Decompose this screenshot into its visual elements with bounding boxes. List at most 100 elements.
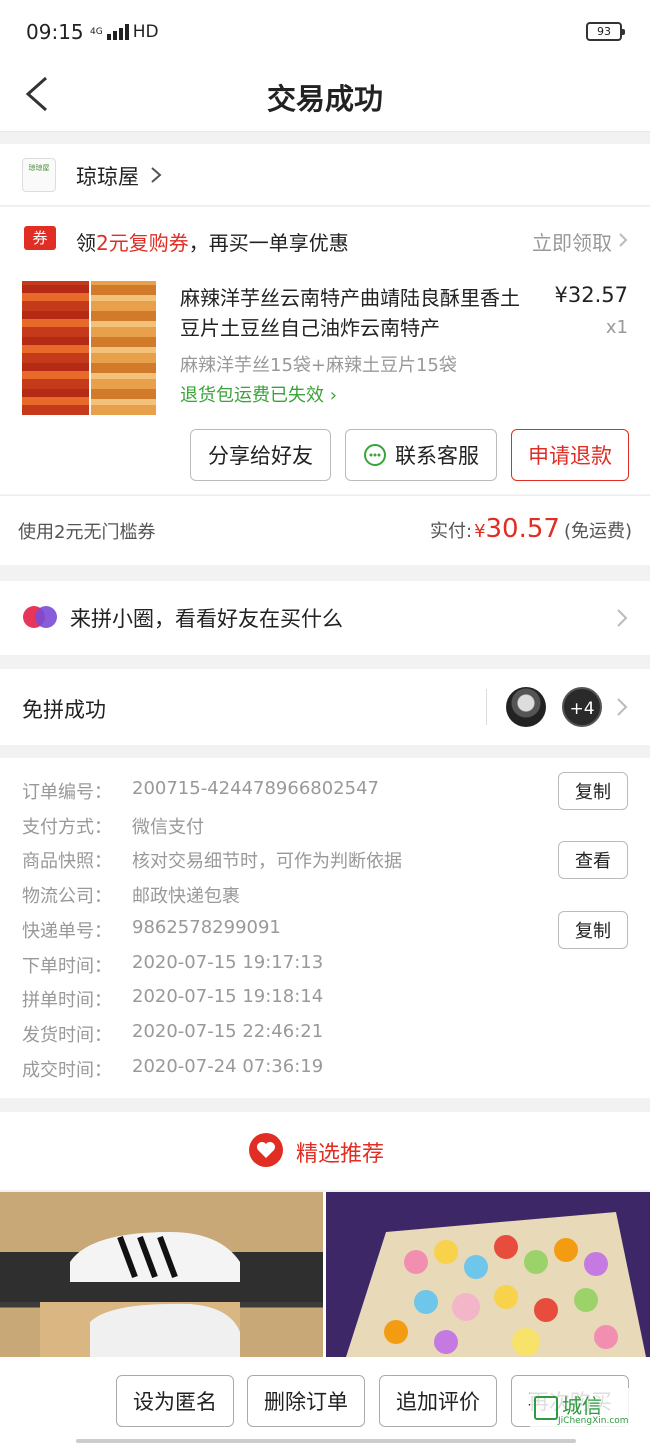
group-time: 2020-07-15 19:18:14 bbox=[132, 986, 324, 1007]
watermark-en: JiChengXin.com bbox=[558, 1416, 629, 1426]
network-indicator: 4G HD bbox=[90, 22, 159, 42]
add-review-button[interactable]: 追加评价 bbox=[379, 1375, 497, 1427]
tracking-line: 快递单号： 9862578299091 bbox=[22, 917, 281, 943]
group-status: 免拼成功 bbox=[22, 698, 106, 722]
contact-service-button[interactable]: 联系客服 bbox=[345, 429, 497, 481]
watermark: 城信 JiChengXin.com bbox=[530, 1388, 646, 1432]
anonymous-button[interactable]: 设为匿名 bbox=[116, 1375, 234, 1427]
avatar bbox=[506, 687, 546, 727]
status-bar: 09:15 4G HD 93 bbox=[0, 0, 650, 62]
payment-method-label: 支付方式： bbox=[22, 817, 112, 838]
copy-tracking-button[interactable]: 复制 bbox=[558, 911, 628, 949]
order-number: 200715-424478966802547 bbox=[132, 778, 379, 799]
candy-image bbox=[326, 1192, 650, 1357]
status-time: 09:15 bbox=[26, 20, 84, 44]
chevron-right-icon bbox=[617, 698, 628, 716]
recommend-list bbox=[0, 1192, 650, 1357]
snapshot-line: 商品快照： 核对交易细节时，可作为判断依据 bbox=[22, 847, 402, 873]
nav-bar: 交易成功 bbox=[0, 62, 650, 132]
divider bbox=[486, 689, 487, 725]
recommend-header: 精选推荐 bbox=[0, 1112, 650, 1190]
shipping-note: (免运费) bbox=[563, 521, 632, 542]
product-title[interactable]: 麻辣洋芋丝云南特产曲靖陆良酥里香土豆片土豆丝自己油炸云南特产 bbox=[180, 283, 530, 343]
group-time-line: 拼单时间： 2020-07-15 19:18:14 bbox=[22, 986, 323, 1012]
return-shipping-link[interactable]: 退货包运费已失效 › bbox=[180, 381, 337, 407]
complete-time: 2020-07-24 07:36:19 bbox=[132, 1056, 324, 1077]
friends-circle-text: 来拼小圈，看看好友在买什么 bbox=[70, 607, 343, 631]
shop-logo: 琼琼屋 bbox=[22, 158, 56, 192]
coupon-prefix: 领 bbox=[76, 231, 96, 255]
payment-method-line: 支付方式： 微信支付 bbox=[22, 813, 204, 839]
complete-time-label: 成交时间： bbox=[22, 1060, 112, 1081]
snapshot-desc: 核对交易细节时，可作为判断依据 bbox=[132, 851, 402, 872]
coupon-text: 领2元复购券，再买一单享优惠 bbox=[76, 227, 349, 256]
paid-total: 实付: ¥ 30.57 (免运费) bbox=[430, 514, 632, 544]
product-image[interactable] bbox=[22, 281, 156, 415]
copy-order-button[interactable]: 复制 bbox=[558, 772, 628, 810]
order-time: 2020-07-15 19:17:13 bbox=[132, 952, 324, 973]
order-number-line: 订单编号： 200715-424478966802547 bbox=[22, 778, 379, 804]
network-gen: 4G bbox=[90, 27, 103, 37]
chevron-right-icon bbox=[619, 233, 628, 247]
network-type: HD bbox=[132, 22, 159, 42]
home-indicator bbox=[76, 1439, 576, 1443]
logistics-label: 物流公司： bbox=[22, 886, 112, 907]
chevron-right-icon bbox=[151, 167, 162, 183]
payment-method: 微信支付 bbox=[132, 817, 204, 838]
coupon-amount: 2元复购券 bbox=[96, 231, 189, 255]
heart-icon bbox=[249, 1133, 283, 1167]
paid-amount: 30.57 bbox=[485, 514, 560, 544]
view-snapshot-button[interactable]: 查看 bbox=[558, 841, 628, 879]
payment-row: 使用2元无门槛券 实付: ¥ 30.57 (免运费) bbox=[0, 495, 650, 565]
order-time-line: 下单时间： 2020-07-15 19:17:13 bbox=[22, 952, 323, 978]
battery-icon: 93 bbox=[586, 22, 625, 41]
product-qty: x1 bbox=[605, 317, 628, 338]
avatar-more: +4 bbox=[562, 687, 602, 727]
coupon-tag: 券 bbox=[24, 226, 56, 250]
coupon-row[interactable]: 券 领2元复购券，再买一单享优惠 立即领取 bbox=[0, 207, 650, 269]
product-row: 麻辣洋芋丝云南特产曲靖陆良酥里香土豆片土豆丝自己油炸云南特产 ¥32.57 x1… bbox=[0, 269, 650, 494]
group-time-label: 拼单时间： bbox=[22, 990, 112, 1011]
shop-name[interactable]: 琼琼屋 bbox=[76, 161, 139, 191]
order-time-label: 下单时间： bbox=[22, 956, 112, 977]
paid-label: 实付: bbox=[429, 521, 473, 542]
coupon-used: 使用2元无门槛券 bbox=[18, 522, 156, 543]
recommend-title: 精选推荐 bbox=[296, 1142, 385, 1167]
delete-order-button[interactable]: 删除订单 bbox=[247, 1375, 365, 1427]
ship-time-label: 发货时间： bbox=[22, 1025, 112, 1046]
watermark-cn: 城信 bbox=[562, 1394, 602, 1418]
tracking-number: 9862578299091 bbox=[132, 917, 281, 938]
order-info: 订单编号： 200715-424478966802547 复制 支付方式： 微信… bbox=[0, 758, 650, 1098]
coupon-suffix: ，再买一单享优惠 bbox=[188, 231, 349, 255]
circle-logo-icon bbox=[23, 606, 57, 628]
return-text: 退货包运费已失效 bbox=[180, 385, 324, 406]
group-success-row[interactable]: 免拼成功 +4 bbox=[0, 669, 650, 745]
chevron-right-icon: › bbox=[329, 385, 337, 406]
ship-time: 2020-07-15 22:46:21 bbox=[132, 1021, 324, 1042]
recommend-item-sneakers[interactable] bbox=[0, 1192, 323, 1357]
claim-coupon-link[interactable]: 立即领取 bbox=[532, 227, 612, 256]
ship-time-line: 发货时间： 2020-07-15 22:46:21 bbox=[22, 1021, 323, 1047]
chevron-right-icon bbox=[617, 609, 628, 627]
share-button[interactable]: 分享给好友 bbox=[190, 429, 331, 481]
contact-service-label: 联系客服 bbox=[395, 444, 479, 468]
refund-button[interactable]: 申请退款 bbox=[511, 429, 629, 481]
logistics-company: 邮政快递包裹 bbox=[132, 886, 240, 907]
currency: ¥ bbox=[474, 521, 486, 542]
logistics-line: 物流公司： 邮政快递包裹 bbox=[22, 882, 240, 908]
order-number-label: 订单编号： bbox=[22, 782, 112, 803]
complete-time-line: 成交时间： 2020-07-24 07:36:19 bbox=[22, 1056, 323, 1082]
recommend-item-candy[interactable] bbox=[326, 1192, 650, 1357]
order-detail-page: 09:15 4G HD 93 交易成功 琼琼屋 琼琼屋 券 领2元复购券，再买一… bbox=[0, 0, 650, 1444]
product-price: ¥32.57 bbox=[554, 283, 628, 307]
signal-icon bbox=[106, 24, 129, 40]
page-title: 交易成功 bbox=[266, 82, 383, 116]
watermark-logo-icon bbox=[534, 1396, 558, 1420]
friends-circle-row[interactable]: 来拼小圈，看看好友在买什么 bbox=[0, 581, 650, 655]
snapshot-label: 商品快照： bbox=[22, 851, 112, 872]
sneaker-image bbox=[0, 1192, 323, 1357]
product-spec: 麻辣洋芋丝15袋+麻辣土豆片15袋 bbox=[180, 355, 457, 376]
tracking-label: 快递单号： bbox=[22, 921, 112, 942]
shop-row[interactable]: 琼琼屋 琼琼屋 bbox=[0, 144, 650, 206]
chat-icon bbox=[364, 444, 386, 466]
